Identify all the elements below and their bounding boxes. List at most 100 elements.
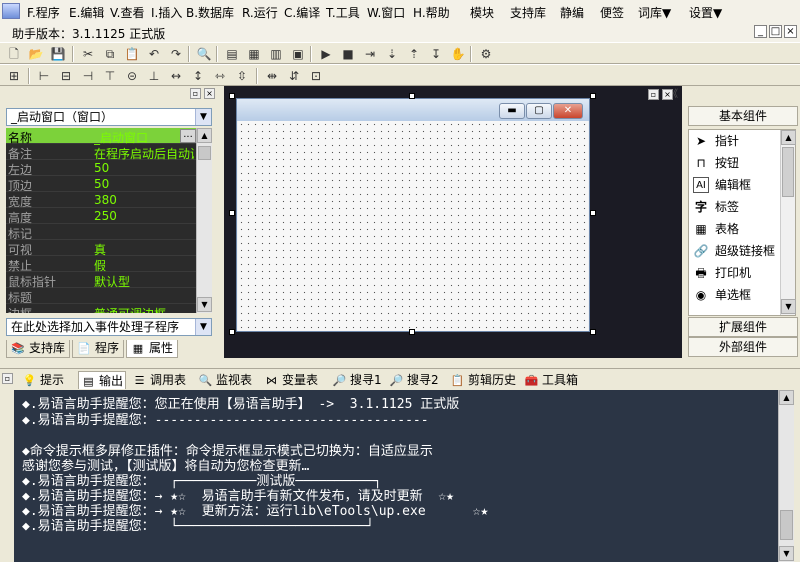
- cut-icon[interactable]: ✂: [80, 46, 96, 62]
- align-center-icon[interactable]: ⊟: [58, 68, 74, 84]
- chevron-down-icon[interactable]: ▼: [195, 319, 211, 335]
- lock-icon[interactable]: ⊡: [308, 68, 324, 84]
- scroll-up-icon[interactable]: ▲: [779, 390, 794, 405]
- align-bottom-icon[interactable]: ⊥: [146, 68, 162, 84]
- property-row[interactable]: 名称 _启动窗口: [6, 128, 196, 145]
- component-editbox[interactable]: AI 编辑框: [689, 174, 783, 196]
- undo-icon[interactable]: ↶: [146, 46, 162, 62]
- align-right-icon[interactable]: ⊣: [80, 68, 96, 84]
- property-row[interactable]: 宽度 380: [6, 192, 196, 209]
- resize-handle[interactable]: [229, 93, 235, 99]
- hand-icon[interactable]: ✋: [450, 46, 466, 62]
- menu-settings[interactable]: 设置▼: [689, 4, 722, 21]
- menu-database[interactable]: B.数据库: [186, 4, 234, 21]
- resize-handle[interactable]: [229, 329, 235, 335]
- property-value[interactable]: 50: [94, 177, 194, 191]
- external-components-header[interactable]: 外部组件: [688, 337, 798, 357]
- resize-handle[interactable]: [590, 210, 596, 216]
- property-row[interactable]: 边框普通可调边框: [6, 304, 196, 313]
- find-icon[interactable]: 🔍: [196, 46, 212, 62]
- layout-bottom-icon[interactable]: ▥: [268, 46, 284, 62]
- step-over-icon[interactable]: ⇥: [362, 46, 378, 62]
- layout-left-icon[interactable]: ▤: [224, 46, 240, 62]
- scroll-down-icon[interactable]: ▼: [779, 546, 794, 561]
- scroll-thumb[interactable]: [782, 147, 794, 197]
- property-row[interactable]: 左边 50: [6, 160, 196, 177]
- restore-button[interactable]: □: [769, 25, 782, 38]
- component-pointer[interactable]: ➤ 指针: [689, 130, 783, 152]
- step-into-icon[interactable]: ⇣: [384, 46, 400, 62]
- menu-static-compile[interactable]: 静编: [560, 4, 584, 21]
- component-printer[interactable]: 🖶 打印机: [689, 262, 783, 284]
- layout-full-icon[interactable]: ▣: [290, 46, 306, 62]
- step-out-icon[interactable]: ⇡: [406, 46, 422, 62]
- property-value[interactable]: 50: [94, 161, 194, 175]
- panel-close-icon[interactable]: ×: [204, 88, 215, 99]
- property-value[interactable]: 250: [94, 209, 194, 223]
- property-row[interactable]: 禁止假: [6, 256, 196, 273]
- center-h-icon[interactable]: ⇹: [264, 68, 280, 84]
- component-radio[interactable]: ◉ 单选框: [689, 284, 783, 306]
- space-h-icon[interactable]: ⇿: [212, 68, 228, 84]
- component-table[interactable]: ▦ 表格: [689, 218, 783, 240]
- menu-support-lib[interactable]: 支持库: [510, 4, 546, 21]
- event-select[interactable]: 在此处选择加入事件处理子程序 ▼: [6, 318, 212, 336]
- run-icon[interactable]: ▶: [318, 46, 334, 62]
- scroll-thumb[interactable]: [198, 146, 211, 160]
- tab-call-table[interactable]: ☰ 调用表: [130, 371, 186, 389]
- resize-handle[interactable]: [409, 329, 415, 335]
- property-row[interactable]: 标记: [6, 224, 196, 241]
- form-titlebar[interactable]: ▬ ▢ ✕: [237, 99, 589, 121]
- save-icon[interactable]: 💾: [50, 46, 66, 62]
- property-row[interactable]: 高度 250: [6, 208, 196, 225]
- property-scrollbar[interactable]: ▲ ▼: [196, 128, 212, 313]
- tab-support-lib[interactable]: 📚 支持库: [6, 340, 70, 358]
- menu-window[interactable]: W.窗口: [367, 4, 405, 21]
- tab-variables[interactable]: ⋈ 变量表: [262, 371, 318, 389]
- property-value[interactable]: 普通可调边框: [94, 305, 194, 313]
- tab-search2[interactable]: 🔎 搜寻2: [387, 371, 439, 389]
- align-middle-icon[interactable]: ⊝: [124, 68, 140, 84]
- panel-pin-icon[interactable]: ▫: [648, 89, 659, 100]
- stop-icon[interactable]: ■: [340, 46, 356, 62]
- scroll-up-icon[interactable]: ▲: [197, 128, 212, 143]
- tab-tips[interactable]: 💡 提示: [20, 371, 64, 389]
- property-row[interactable]: 顶边 50: [6, 176, 196, 193]
- resize-handle[interactable]: [229, 210, 235, 216]
- close-button[interactable]: ×: [784, 25, 797, 38]
- scroll-up-icon[interactable]: ▲: [781, 130, 796, 145]
- menu-lexicon[interactable]: 词库▼: [638, 4, 671, 21]
- component-button[interactable]: ⊓ 按钮: [689, 152, 783, 174]
- form-grid[interactable]: [238, 121, 588, 331]
- helper-tool-icon[interactable]: ⚙: [478, 46, 494, 62]
- chevron-down-icon[interactable]: ▼: [195, 109, 211, 125]
- panel-pin-icon[interactable]: ▫: [190, 88, 201, 99]
- ellipsis-button[interactable]: ...: [180, 129, 196, 143]
- tab-output[interactable]: ▤ 输出: [78, 371, 126, 389]
- tab-clip-history[interactable]: 📋 剪辑历史: [448, 371, 516, 389]
- output-scrollbar[interactable]: ▲ ▼: [778, 390, 794, 562]
- tab-search1[interactable]: 🔎 搜寻1: [330, 371, 382, 389]
- align-top-icon[interactable]: ⊤: [102, 68, 118, 84]
- object-select[interactable]: _启动窗口（窗口） ▼: [6, 108, 212, 126]
- run-to-cursor-icon[interactable]: ↧: [428, 46, 444, 62]
- menu-edit[interactable]: E.编辑: [69, 4, 104, 21]
- startup-window-preview[interactable]: ▬ ▢ ✕: [236, 98, 590, 332]
- paste-icon[interactable]: 📋: [124, 46, 140, 62]
- basic-components-header[interactable]: 基本组件: [688, 106, 798, 126]
- same-height-icon[interactable]: ↕: [190, 68, 206, 84]
- tab-watch-table[interactable]: 🔍 监视表: [196, 371, 252, 389]
- redo-icon[interactable]: ↷: [168, 46, 184, 62]
- open-folder-icon[interactable]: 📂: [28, 46, 44, 62]
- property-row[interactable]: 可视真: [6, 240, 196, 257]
- component-label-widget[interactable]: 字标签: [689, 196, 783, 218]
- grid-icon[interactable]: ⊞: [6, 68, 22, 84]
- tab-program[interactable]: 📄 程序: [72, 340, 124, 358]
- scroll-thumb[interactable]: [780, 510, 793, 540]
- layout-top-icon[interactable]: ▦: [246, 46, 262, 62]
- menu-run[interactable]: R.运行: [242, 4, 278, 21]
- scroll-down-icon[interactable]: ▼: [781, 299, 796, 314]
- menu-view[interactable]: V.查看: [110, 4, 144, 21]
- resize-handle[interactable]: [409, 93, 415, 99]
- align-left-icon[interactable]: ⊢: [36, 68, 52, 84]
